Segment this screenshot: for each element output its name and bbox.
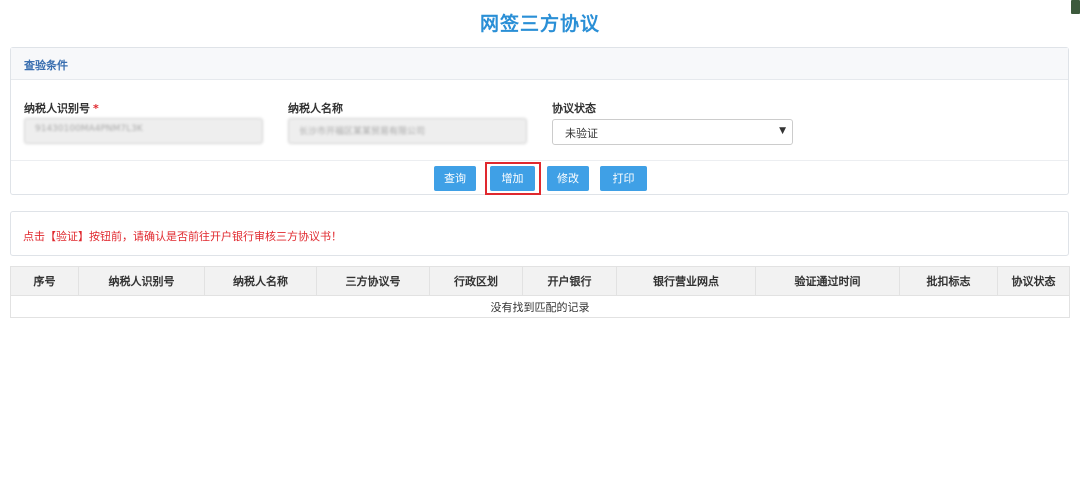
table-header-row: 序号 纳税人识别号 纳税人名称 三方协议号 行政区划 开户银行 银行营业网点 验… [10,266,1070,296]
taxpayer-id-label: 纳税人识别号 * [24,100,99,116]
edit-button[interactable]: 修改 [547,166,589,191]
print-button[interactable]: 打印 [600,166,647,191]
status-select-value: 未验证 [565,127,598,140]
results-table: 序号 纳税人识别号 纳税人名称 三方协议号 行政区划 开户银行 银行营业网点 验… [10,266,1070,318]
column-header-index[interactable]: 序号 [10,266,79,296]
column-header-bank[interactable]: 开户银行 [522,266,617,296]
warning-notice: 点击【验证】按钮前，请确认是否前往开户银行审核三方协议书！ [10,211,1069,256]
filter-panel-title: 查验条件 [11,48,1068,80]
column-header-region[interactable]: 行政区划 [429,266,523,296]
table-row: 没有找到匹配的记录 [10,295,1070,318]
column-header-verify-time[interactable]: 验证通过时间 [755,266,900,296]
status-select[interactable]: 未验证 ▼ [552,119,793,145]
column-header-agreement-no[interactable]: 三方协议号 [316,266,430,296]
taxpayer-id-field[interactable]: 91430100MA4PNM7L3K [24,118,263,144]
taxpayer-name-label: 纳税人名称 [288,102,343,115]
chevron-down-icon: ▼ [779,126,786,136]
status-label: 协议状态 [552,102,596,115]
empty-table-message: 没有找到匹配的记录 [10,295,1070,318]
page-title: 网签三方协议 [479,13,600,35]
filter-panel: 查验条件 纳税人识别号 * 91430100MA4PNM7L3K 纳税人名称 长沙… [10,47,1069,195]
add-button[interactable]: 增加 [490,166,535,191]
column-header-taxpayer-id[interactable]: 纳税人识别号 [78,266,205,296]
query-button[interactable]: 查询 [434,166,476,191]
app-corner-icon[interactable] [1071,0,1080,14]
column-header-agreement-status[interactable]: 协议状态 [997,266,1070,296]
required-marker: * [93,102,99,115]
column-header-taxpayer-name[interactable]: 纳税人名称 [204,266,317,296]
column-header-deduction-flag[interactable]: 批扣标志 [899,266,998,296]
taxpayer-id-label-text: 纳税人识别号 [24,102,90,115]
column-header-bank-branch[interactable]: 银行营业网点 [616,266,756,296]
button-row-divider [11,160,1068,161]
taxpayer-name-field[interactable]: 长沙市开福区某某贸易有限公司 [288,118,527,144]
